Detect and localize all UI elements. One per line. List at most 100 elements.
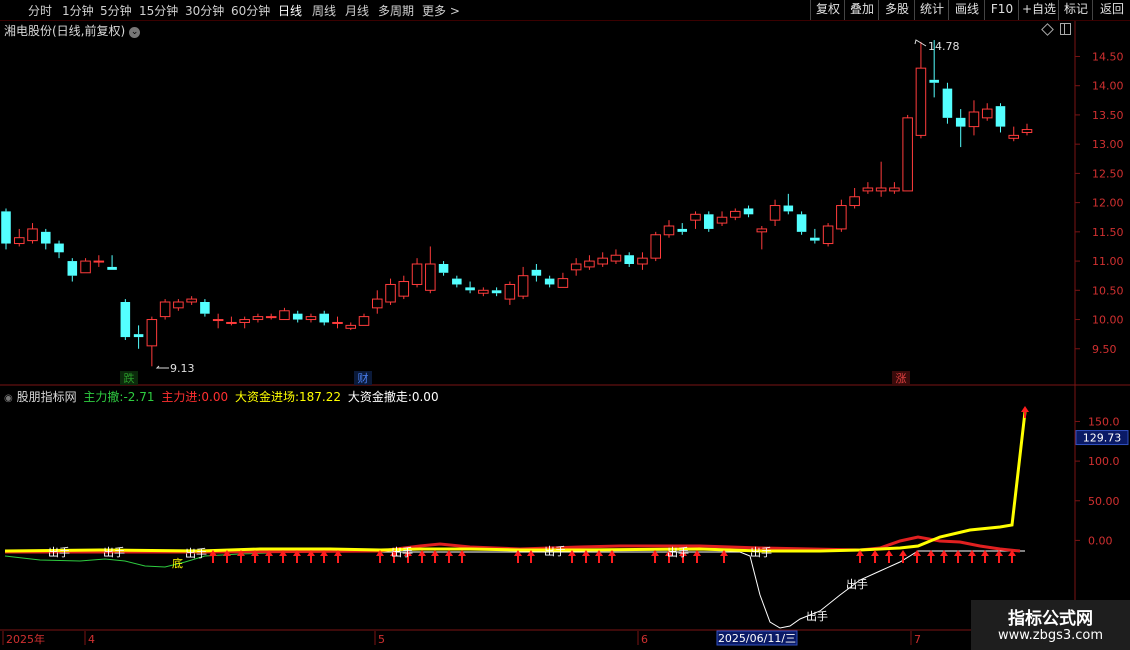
candle bbox=[398, 275, 410, 300]
candle bbox=[1021, 123, 1033, 136]
up-arrow-signal bbox=[927, 550, 935, 563]
signal-label: 出手 bbox=[750, 545, 772, 559]
candle bbox=[902, 114, 913, 192]
watermark-title: 指标公式网 bbox=[1008, 609, 1093, 629]
candle bbox=[968, 100, 980, 136]
candle bbox=[252, 313, 264, 323]
marker-finance[interactable]: 财 bbox=[358, 371, 369, 385]
signal-label: 出手 bbox=[185, 546, 207, 560]
price-tick-label: 12.00 bbox=[1092, 197, 1124, 210]
candlestick-series bbox=[1, 40, 1033, 367]
candle bbox=[385, 278, 396, 305]
signal-label: 出手 bbox=[806, 609, 828, 623]
candle bbox=[610, 249, 622, 264]
candle bbox=[226, 316, 237, 326]
signal-label: 出手 bbox=[103, 545, 125, 559]
current-value-label: 129.73 bbox=[1083, 432, 1122, 445]
up-arrow-signal bbox=[968, 550, 976, 563]
price-tick-label: 14.00 bbox=[1092, 80, 1124, 93]
candle bbox=[822, 223, 834, 247]
candle bbox=[438, 261, 449, 276]
indicator-label-2: 主力进: bbox=[161, 390, 202, 404]
candle bbox=[730, 208, 741, 221]
time-axis-label: 6 bbox=[641, 633, 648, 646]
up-arrow-signal bbox=[913, 550, 921, 563]
candle bbox=[54, 240, 64, 259]
time-axis: 2025年 4 5 6 7 2025/06/11/三 bbox=[2, 630, 921, 646]
marker-rise[interactable]: 涨 bbox=[896, 372, 907, 385]
price-tick-label: 10.00 bbox=[1092, 314, 1124, 327]
settings-icon[interactable]: ◉ bbox=[4, 393, 13, 404]
candle bbox=[371, 290, 383, 314]
white-line bbox=[5, 550, 1025, 629]
up-arrow-signal bbox=[899, 550, 907, 563]
candle bbox=[200, 299, 210, 317]
signal-label: 出手 bbox=[846, 577, 868, 591]
time-axis-label: 4 bbox=[88, 633, 95, 646]
indicator-axis: 150.0 100.0 50.00 0.00 129.73 bbox=[1075, 415, 1129, 547]
candle bbox=[796, 211, 807, 235]
indicator-label-4: 大资金撤走: bbox=[347, 390, 412, 404]
candle bbox=[955, 109, 966, 148]
candle bbox=[41, 228, 51, 250]
up-arrow-signal bbox=[871, 550, 879, 563]
candle bbox=[637, 252, 648, 270]
up-arrow-signal bbox=[981, 550, 989, 563]
price-tick-label: 13.50 bbox=[1092, 109, 1124, 122]
indicator-series bbox=[4, 411, 1027, 629]
chart-canvas[interactable]: 14.50 14.00 13.50 13.00 12.50 12.00 11.50 11.00… bbox=[0, 0, 1130, 650]
candle bbox=[345, 322, 357, 331]
candle bbox=[875, 161, 887, 197]
candle bbox=[319, 310, 330, 326]
candle bbox=[981, 103, 993, 121]
candle bbox=[624, 252, 634, 267]
signal-label: 出手 bbox=[667, 545, 689, 559]
candle bbox=[425, 246, 436, 294]
candle bbox=[584, 255, 595, 270]
up-arrow-signal bbox=[995, 550, 1003, 563]
marker-drop[interactable]: 跌 bbox=[124, 371, 135, 385]
candle bbox=[93, 255, 105, 267]
candle bbox=[889, 182, 900, 194]
candle bbox=[783, 193, 794, 215]
candle bbox=[120, 299, 131, 340]
candle bbox=[557, 272, 569, 288]
candle bbox=[769, 199, 781, 226]
candle bbox=[13, 228, 25, 247]
candle bbox=[995, 103, 1006, 133]
time-axis-label: 7 bbox=[914, 633, 921, 646]
candle bbox=[690, 211, 701, 229]
candle bbox=[504, 281, 516, 305]
candle bbox=[279, 307, 290, 321]
candle bbox=[810, 228, 820, 244]
watermark-url: www.zbgs3.com bbox=[997, 628, 1104, 643]
candle bbox=[836, 199, 847, 232]
candle bbox=[305, 313, 317, 323]
candle bbox=[915, 41, 927, 139]
up-arrow-signal bbox=[940, 550, 948, 563]
price-annotations: 14.78 9.13 bbox=[155, 39, 960, 375]
candle bbox=[517, 266, 529, 300]
candle bbox=[663, 220, 675, 238]
price-tick-label: 11.50 bbox=[1092, 226, 1124, 239]
high-price-label: 14.78 bbox=[928, 40, 960, 53]
candle bbox=[107, 255, 117, 270]
signal-labels: 出手 出手 出手 出手 出手 出手 出手出手出手底 bbox=[48, 544, 868, 623]
up-arrow-signal bbox=[856, 550, 864, 563]
candle bbox=[67, 258, 78, 282]
indicator-value-3: 187.22 bbox=[298, 390, 341, 404]
candle bbox=[1, 208, 11, 250]
candle bbox=[650, 231, 662, 262]
up-arrow-signal bbox=[1021, 406, 1029, 418]
low-price-label: 9.13 bbox=[170, 362, 195, 375]
price-axis: 14.50 14.00 13.50 13.00 12.50 12.00 11.50 11.00… bbox=[1075, 50, 1124, 356]
candle bbox=[849, 188, 860, 209]
yellow-line bbox=[4, 411, 1027, 553]
candle bbox=[531, 264, 542, 282]
candle bbox=[862, 182, 874, 194]
candle bbox=[173, 299, 184, 311]
watermark: 指标公式网 www.zbgs3.com bbox=[971, 600, 1130, 650]
indicator-tick-label: 100.0 bbox=[1088, 455, 1120, 468]
candle bbox=[677, 223, 688, 235]
bottom-signal-label: 底 bbox=[172, 556, 183, 570]
